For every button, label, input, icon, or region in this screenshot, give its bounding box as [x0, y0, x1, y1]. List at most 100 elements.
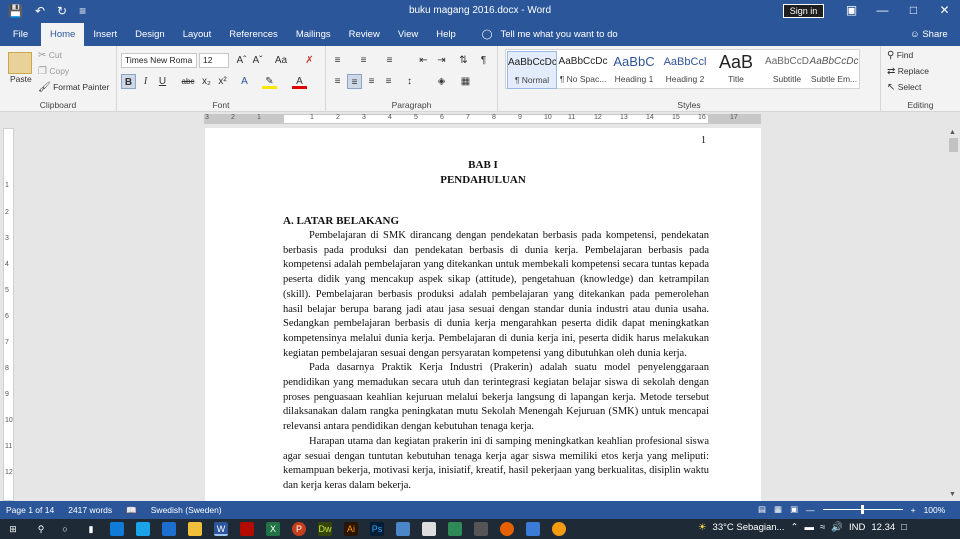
bold-button[interactable]: B [121, 74, 136, 89]
weather-icon[interactable]: ☀ [698, 522, 707, 533]
align-left-icon[interactable]: ≡ [330, 74, 345, 89]
sign-in-button[interactable]: Sign in [783, 4, 824, 18]
italic-button[interactable]: I [138, 74, 153, 89]
chapter-heading[interactable]: BAB I [205, 159, 761, 171]
tab-layout[interactable]: Layout [174, 23, 221, 46]
numbering-icon[interactable]: ≡ [356, 53, 371, 68]
grow-font-icon[interactable]: Aˆ [234, 53, 249, 68]
tab-view[interactable]: View [389, 23, 427, 46]
app-icon[interactable] [552, 522, 566, 536]
photoshop-icon[interactable]: Ps [370, 522, 384, 536]
task-view-icon[interactable]: ○ [58, 522, 72, 536]
tab-home[interactable]: Home [41, 23, 85, 46]
font-name-select[interactable]: Times New Roma [121, 53, 197, 68]
vertical-scrollbar[interactable]: ▲ ▼ [947, 128, 960, 501]
tray-chevron-icon[interactable]: ⌃ [790, 522, 798, 533]
tab-help[interactable]: Help [427, 23, 465, 46]
superscript-button[interactable]: x² [215, 74, 230, 89]
sort-icon[interactable]: ⇅ [456, 53, 471, 68]
paste-icon[interactable] [8, 52, 32, 74]
increase-indent-icon[interactable]: ⇥ [434, 53, 449, 68]
font-color-icon[interactable]: A [292, 74, 307, 89]
shading-icon[interactable]: ◈ [434, 74, 449, 89]
search-icon[interactable]: ⚲ [34, 522, 48, 536]
shrink-font-icon[interactable]: Aˇ [250, 53, 265, 68]
style-subtitle[interactable]: AaBbCcD Subtitle [762, 51, 812, 89]
tell-me-box[interactable]: ◯ Tell me what you want to do [473, 23, 627, 46]
word-count[interactable]: 2417 words [68, 505, 112, 516]
zoom-level[interactable]: 100% [924, 505, 946, 515]
text-effects-icon[interactable]: A [237, 74, 252, 89]
subscript-button[interactable]: x₂ [199, 74, 214, 89]
excel-icon[interactable]: X [266, 522, 280, 536]
zoom-slider[interactable] [822, 505, 903, 514]
edge-icon[interactable] [110, 522, 124, 536]
style-no-spacing[interactable]: AaBbCcDc ¶ No Spac... [558, 51, 608, 89]
close-icon[interactable]: ✕ [929, 3, 960, 17]
windows-start-icon[interactable]: ⊞ [6, 522, 20, 536]
network-icon[interactable]: ▬ [804, 522, 814, 533]
scroll-thumb[interactable] [949, 138, 958, 152]
justify-icon[interactable]: ≡ [381, 74, 396, 89]
section-heading[interactable]: A. LATAR BELAKANG [283, 215, 399, 227]
show-marks-icon[interactable]: ¶ [476, 53, 491, 68]
app-icon[interactable] [526, 522, 540, 536]
paragraph[interactable]: Harapan utama dan kegiatan prakerin ini … [283, 435, 709, 494]
bullets-icon[interactable]: ≡ [330, 53, 345, 68]
chapter-title[interactable]: PENDAHULUAN [205, 174, 761, 186]
zoom-out-icon[interactable]: — [806, 505, 815, 515]
style-heading-1[interactable]: AaBbC Heading 1 [609, 51, 659, 89]
scroll-up-icon[interactable]: ▲ [949, 129, 956, 136]
paste-button[interactable]: Paste [10, 74, 32, 84]
document-page[interactable]: 1 BAB I PENDAHULUAN A. LATAR BELAKANG Pe… [205, 128, 761, 501]
clear-formatting-icon[interactable]: ✗ [302, 53, 317, 68]
scroll-down-icon[interactable]: ▼ [949, 491, 956, 498]
print-layout-icon[interactable]: ▦ [774, 504, 782, 515]
mail-icon[interactable] [162, 522, 176, 536]
app-icon[interactable] [448, 522, 462, 536]
multilevel-list-icon[interactable]: ≡ [382, 53, 397, 68]
clock[interactable]: 12.34 [871, 522, 895, 533]
powerpoint-icon[interactable]: P [292, 522, 306, 536]
decrease-indent-icon[interactable]: ⇤ [416, 53, 431, 68]
document-body[interactable]: Pembelajaran di SMK dirancang dengan pen… [283, 229, 709, 494]
copy-button[interactable]: ❐ Copy [38, 66, 69, 77]
wifi-icon[interactable]: ≈ [820, 522, 825, 533]
borders-icon[interactable]: ▦ [458, 74, 473, 89]
tab-references[interactable]: References [220, 23, 287, 46]
strikethrough-button[interactable]: abc [179, 74, 197, 89]
app-icon[interactable] [422, 522, 436, 536]
page-count[interactable]: Page 1 of 14 [6, 505, 54, 516]
acrobat-icon[interactable] [240, 522, 254, 536]
style-heading-2[interactable]: AaBbCcl Heading 2 [660, 51, 710, 89]
select-button[interactable]: ↖ Select [887, 82, 921, 93]
tab-insert[interactable]: Insert [84, 23, 126, 46]
align-right-icon[interactable]: ≡ [364, 74, 379, 89]
dreamweaver-icon[interactable]: Dw [318, 522, 332, 536]
notifications-icon[interactable]: □ [901, 522, 907, 533]
proofing-icon[interactable]: 📖 [126, 505, 137, 516]
style-normal[interactable]: AaBbCcDc ¶ Normal [507, 51, 557, 89]
volume-icon[interactable]: 🔊 [831, 522, 843, 533]
line-spacing-icon[interactable]: ↕ [402, 74, 417, 89]
app-icon[interactable] [396, 522, 410, 536]
read-mode-icon[interactable]: ▤ [758, 504, 766, 515]
style-subtle-emphasis[interactable]: AaBbCcDc Subtle Em... [809, 51, 859, 89]
file-explorer-icon[interactable] [188, 522, 202, 536]
find-button[interactable]: ⚲ Find [887, 50, 913, 61]
style-title[interactable]: AaB Title [711, 51, 761, 89]
vertical-ruler[interactable]: 1 2 3 4 5 6 7 8 9 10 11 12 [3, 128, 14, 501]
web-layout-icon[interactable]: ▣ [790, 504, 798, 515]
illustrator-icon[interactable]: Ai [344, 522, 358, 536]
highlight-icon[interactable]: ✎ [262, 74, 277, 89]
weather-text[interactable]: 33°C Sebagian... [713, 522, 785, 533]
tab-review[interactable]: Review [340, 23, 389, 46]
maximize-icon[interactable]: □ [898, 3, 929, 17]
cut-button[interactable]: ✂ Cut [38, 50, 62, 61]
minimize-icon[interactable]: — [867, 3, 898, 17]
tab-design[interactable]: Design [126, 23, 174, 46]
share-button[interactable]: ☺ Share [910, 23, 948, 46]
input-language[interactable]: IND [849, 522, 865, 533]
change-case-icon[interactable]: Aa [270, 53, 292, 68]
underline-button[interactable]: U [155, 74, 170, 89]
